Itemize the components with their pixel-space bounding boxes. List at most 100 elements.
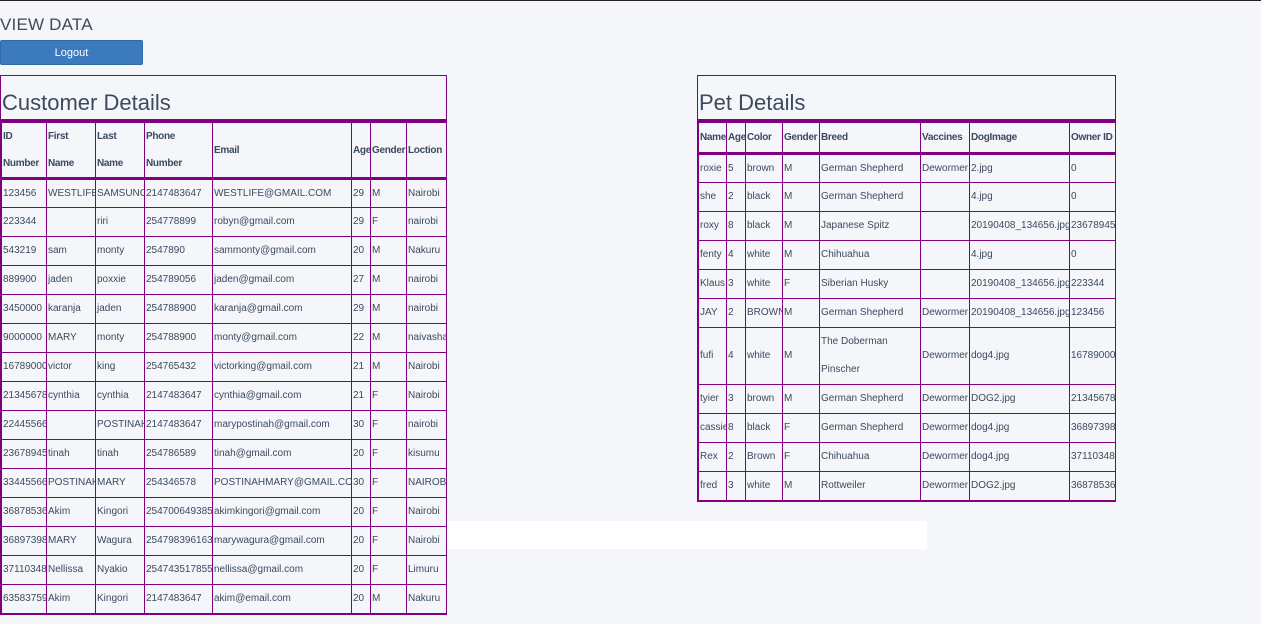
pet-table-header: Name Age Color Gender Breed Vaccines Dog… — [698, 122, 1116, 155]
table-cell: M — [782, 327, 820, 385]
table-cell: roxy — [698, 211, 727, 241]
table-cell: marywagura@gmail.com — [212, 526, 352, 556]
table-cell: 4 — [726, 327, 746, 385]
table-cell: 21 — [351, 352, 371, 382]
table-cell: F — [370, 526, 407, 556]
table-cell: she — [698, 182, 727, 212]
table-cell: king — [95, 352, 145, 382]
table-cell: nairobi — [406, 294, 447, 324]
table-cell: 23678945 — [1069, 211, 1116, 241]
table-cell: sam — [46, 236, 96, 266]
table-cell: MARY — [95, 468, 145, 498]
table-cell: 2147483647 — [144, 381, 213, 411]
table-cell: cynthia — [95, 381, 145, 411]
table-cell: 2 — [726, 442, 746, 472]
table-cell: 0 — [1069, 240, 1116, 270]
pet-row: roxy 8 black M Japanese Spitz 20190408_134656… — [698, 211, 1116, 241]
table-cell: German Shepherd — [819, 384, 921, 414]
table-cell: 29 — [351, 207, 371, 237]
table-cell: 543219 — [1, 236, 47, 266]
table-cell: 2147483647 — [144, 584, 213, 614]
table-cell — [920, 269, 970, 299]
column-header: Email — [212, 122, 352, 180]
pet-row: cassie 8 black F German Shepherd Dewormer dog4… — [698, 413, 1116, 443]
table-cell: black — [745, 413, 783, 443]
table-cell: M — [782, 298, 820, 328]
top-border — [0, 0, 1261, 1]
column-header: Vaccines — [920, 122, 970, 155]
customer-row: 22445566 POSTINAH 2147483647 marypostinah@g… — [1, 410, 447, 440]
pet-row: fufi 4 white M The Doberman Pinscher Dewormer… — [698, 327, 1116, 385]
table-cell: 22 — [351, 323, 371, 353]
table-cell: NAIROBI — [406, 468, 447, 498]
table-cell: dog4.jpg — [969, 413, 1070, 443]
table-cell: 20190408_134656.jpg — [969, 211, 1070, 241]
column-header: Phone Number — [144, 122, 213, 180]
customer-table-header: ID Number First Name Last Name Phone Num… — [1, 122, 447, 180]
table-cell: Nellissa — [46, 555, 96, 585]
table-cell: jaden — [95, 294, 145, 324]
table-cell: 33445566 — [1, 468, 47, 498]
table-cell: dog4.jpg — [969, 327, 1070, 385]
table-cell: 2147483647 — [144, 410, 213, 440]
pet-row: she 2 black M German Shepherd 4.jpg 0 — [698, 182, 1116, 212]
table-cell: Rottweiler — [819, 471, 921, 501]
table-cell: F — [370, 410, 407, 440]
table-cell — [920, 240, 970, 270]
table-cell: poxxie — [95, 265, 145, 295]
table-cell: 254789056 — [144, 265, 213, 295]
table-cell: The Doberman Pinscher — [819, 327, 921, 385]
pet-row: fred 3 white M Rottweiler Dewormer DOG2.jpg 368… — [698, 471, 1116, 501]
table-cell: monty@gmail.com — [212, 323, 352, 353]
table-cell: 4 — [726, 240, 746, 270]
table-cell: 3450000 — [1, 294, 47, 324]
table-cell: German Shepherd — [819, 298, 921, 328]
table-cell: M — [370, 323, 407, 353]
table-cell: German Shepherd — [819, 153, 921, 183]
table-cell: M — [370, 584, 407, 614]
logout-button[interactable]: Logout — [0, 40, 143, 65]
table-cell: Akim — [46, 584, 96, 614]
table-cell: jaden — [46, 265, 96, 295]
table-cell — [46, 207, 96, 237]
table-cell: F — [370, 468, 407, 498]
table-cell: 16789000 — [1069, 327, 1116, 385]
customer-row: 9000000 MARY monty 254788900 monty@gmail.com… — [1, 323, 447, 353]
table-cell: Dewormer — [920, 384, 970, 414]
table-cell: 2 — [726, 182, 746, 212]
table-cell: 20 — [351, 439, 371, 469]
table-cell: F — [782, 442, 820, 472]
table-cell: M — [782, 211, 820, 241]
table-cell: 23678945 — [1, 439, 47, 469]
column-header: Age — [726, 122, 746, 155]
pet-details-panel: Pet Details Name Age Color Gender Breed … — [697, 75, 1116, 502]
table-cell: 30 — [351, 468, 371, 498]
page-title: VIEW DATA — [0, 15, 93, 34]
table-cell: 22445566 — [1, 410, 47, 440]
table-cell: JAY — [698, 298, 727, 328]
column-header: ID Number — [1, 122, 47, 180]
table-cell: Kingori — [95, 497, 145, 527]
column-header: Loction — [406, 122, 447, 180]
table-cell: tyier — [698, 384, 727, 414]
table-cell: dog4.jpg — [969, 442, 1070, 472]
table-cell: monty — [95, 236, 145, 266]
table-cell: M — [370, 236, 407, 266]
table-cell: 5 — [726, 153, 746, 183]
table-cell: Nairobi — [406, 526, 447, 556]
table-cell: 254786589 — [144, 439, 213, 469]
table-cell: BROWN — [745, 298, 783, 328]
table-cell: Dewormer — [920, 298, 970, 328]
table-cell: 223344 — [1, 207, 47, 237]
column-header: Owner ID — [1069, 122, 1116, 155]
table-cell: victorking@gmail.com — [212, 352, 352, 382]
table-cell: M — [370, 265, 407, 295]
customer-row: 23678945 tinah tinah 254786589 tinah@gmail.c… — [1, 439, 447, 469]
customer-row: 63583759 Akim Kingori 2147483647 akim@email.… — [1, 584, 447, 614]
customer-row: 889900 jaden poxxie 254789056 jaden@gmail.co… — [1, 265, 447, 295]
table-cell: 254700649385 — [144, 497, 213, 527]
table-cell: tinah — [46, 439, 96, 469]
table-cell: German Shepherd — [819, 182, 921, 212]
table-cell — [46, 410, 96, 440]
table-cell: Nairobi — [406, 178, 447, 208]
